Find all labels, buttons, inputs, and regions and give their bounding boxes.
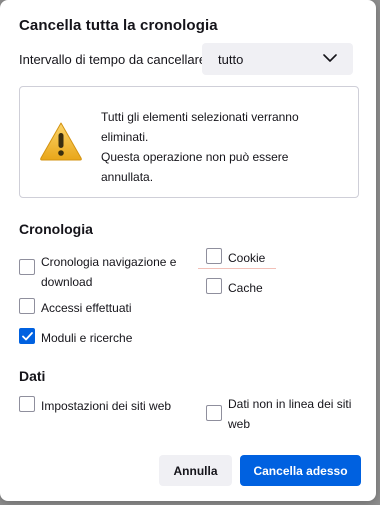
time-range-selected-value: tutto [218, 52, 244, 67]
cookie-focus-underline [198, 268, 276, 269]
checkbox-label: Accessi effettuati [41, 301, 132, 315]
checkbox-label: Cronologia navigazione e download [41, 255, 177, 289]
chevron-down-icon [323, 54, 337, 62]
checkbox-box[interactable] [206, 405, 222, 421]
data-section-title: Dati [19, 368, 46, 384]
warning-line: annullata. [101, 170, 154, 184]
warning-triangle-icon [40, 122, 82, 161]
checkbox-site-settings[interactable]: Impostazioni dei siti web [19, 396, 189, 416]
checkbox-box[interactable] [19, 396, 35, 412]
checkbox-cache[interactable]: Cache [206, 278, 326, 298]
checkbox-active-logins[interactable]: Accessi effettuati [19, 298, 189, 318]
warning-line: eliminati. [101, 130, 149, 144]
checkbox-label: Cookie [228, 251, 266, 265]
checkbox-label: Dati non in linea dei siti web [228, 397, 352, 431]
checkbox-box[interactable] [206, 248, 222, 264]
checkbox-box[interactable] [19, 259, 35, 275]
time-range-select[interactable]: tutto [202, 43, 353, 75]
warning-line: Questa operazione non può essere [101, 150, 289, 164]
checkbox-label: Moduli e ricerche [41, 331, 133, 345]
checkbox-forms-and-search[interactable]: Moduli e ricerche [19, 328, 189, 348]
clear-now-button[interactable]: Cancella adesso [240, 455, 361, 486]
checkbox-box[interactable] [206, 278, 222, 294]
checkbox-browsing-history[interactable]: Cronologia navigazione e download [19, 252, 189, 292]
dialog-title: Cancella tutta la cronologia [19, 17, 218, 34]
warning-message: Tutti gli elementi selezionati verranno … [101, 107, 351, 187]
checkbox-cookies[interactable]: Cookie [206, 248, 326, 268]
checkmark-icon [22, 332, 33, 341]
checkbox-offline-website-data[interactable]: Dati non in linea dei siti web [206, 394, 356, 434]
checkbox-box-checked[interactable] [19, 328, 35, 344]
warning-box: Tutti gli elementi selezionati verranno … [19, 86, 359, 198]
cancel-button[interactable]: Annulla [159, 455, 232, 486]
checkbox-label: Cache [228, 281, 263, 295]
clear-history-dialog: Cancella tutta la cronologia Intervallo … [0, 0, 376, 501]
warning-line: Tutti gli elementi selezionati verranno [101, 110, 299, 124]
history-section-title: Cronologia [19, 221, 93, 237]
checkbox-label: Impostazioni dei siti web [41, 399, 172, 413]
time-range-label: Intervallo di tempo da cancellare: [19, 52, 210, 67]
checkbox-box[interactable] [19, 298, 35, 314]
